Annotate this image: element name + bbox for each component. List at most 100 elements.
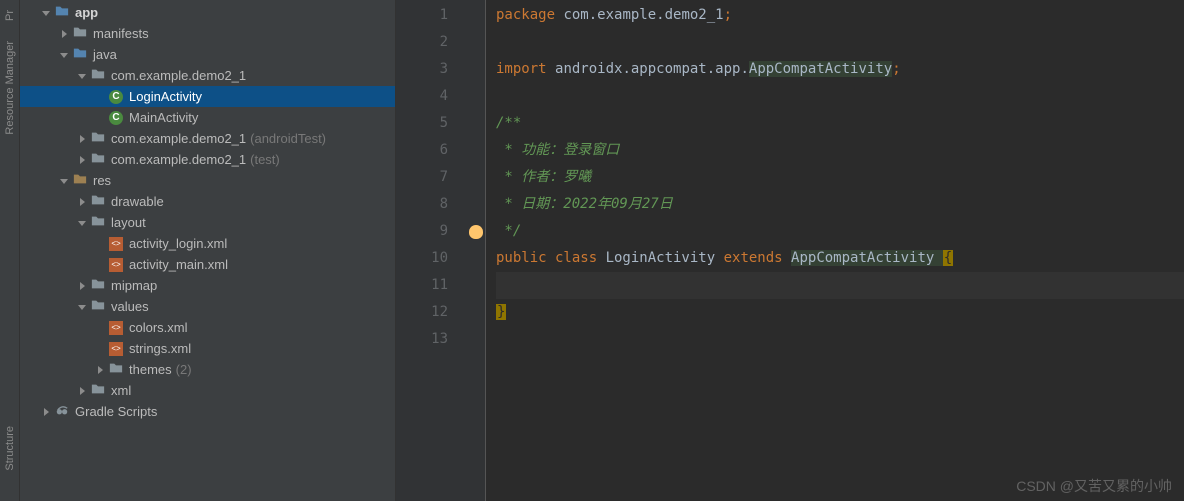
tree-label: activity_login.xml (129, 236, 227, 251)
chevron-none-icon (94, 259, 106, 271)
tree-item-com-example-demo2-1[interactable]: com.example.demo2_1(test) (20, 149, 395, 170)
line-number[interactable]: 7 (396, 164, 448, 191)
chevron-down-icon[interactable] (76, 70, 88, 82)
gutter-cell (466, 83, 485, 110)
tree-item-manifests[interactable]: manifests (20, 23, 395, 44)
rail-project-tab[interactable]: Pr (2, 0, 18, 31)
chevron-right-icon[interactable] (76, 133, 88, 145)
tree-label: xml (111, 383, 131, 398)
tree-item-strings-xml[interactable]: <>strings.xml (20, 338, 395, 359)
line-number[interactable]: 5 (396, 110, 448, 137)
rail-structure-tab[interactable]: Structure (2, 416, 18, 481)
watermark: CSDN @又苦又累的小帅 (1016, 476, 1172, 496)
tree-item-com-example-demo2-1[interactable]: com.example.demo2_1 (20, 65, 395, 86)
code-line[interactable]: /** (496, 110, 1184, 137)
gutter-cell (466, 2, 485, 29)
line-number[interactable]: 10 (396, 245, 448, 272)
chevron-right-icon[interactable] (76, 196, 88, 208)
tree-label: strings.xml (129, 341, 191, 356)
package-icon (91, 67, 105, 84)
code-line[interactable]: } (496, 299, 1184, 326)
chevron-down-icon[interactable] (76, 217, 88, 229)
tree-label: com.example.demo2_1 (111, 131, 246, 146)
tree-label: colors.xml (129, 320, 188, 335)
line-number[interactable]: 6 (396, 137, 448, 164)
code-line[interactable]: * 日期：2022年09月27日 (496, 191, 1184, 218)
tree-item-res[interactable]: res (20, 170, 395, 191)
tree-label: themes (129, 362, 172, 377)
folder-icon (109, 361, 123, 378)
tree-item-xml[interactable]: xml (20, 380, 395, 401)
chevron-right-icon[interactable] (76, 280, 88, 292)
gutter-cell (466, 272, 485, 299)
gutter-cell (466, 326, 485, 353)
line-number[interactable]: 12 (396, 299, 448, 326)
gutter-cell (466, 137, 485, 164)
code-line[interactable]: * 作者：罗曦 (496, 164, 1184, 191)
chevron-right-icon[interactable] (40, 406, 52, 418)
tree-label: Gradle Scripts (75, 404, 157, 419)
tree-item-layout[interactable]: layout (20, 212, 395, 233)
code-editor[interactable]: 12345678910111213 package com.example.de… (396, 0, 1184, 501)
folder-icon (91, 298, 105, 315)
tree-item-activity-main-xml[interactable]: <>activity_main.xml (20, 254, 395, 275)
folder-icon (91, 382, 105, 399)
code-line[interactable]: public class LoginActivity extends AppCo… (496, 245, 1184, 272)
line-number[interactable]: 2 (396, 29, 448, 56)
tree-item-com-example-demo2-1[interactable]: com.example.demo2_1(androidTest) (20, 128, 395, 149)
chevron-down-icon[interactable] (58, 175, 70, 187)
tree-label: layout (111, 215, 146, 230)
tree-item-themes[interactable]: themes (2) (20, 359, 395, 380)
tree-item-gradle-scripts[interactable]: Gradle Scripts (20, 401, 395, 422)
intention-bulb-icon[interactable] (469, 225, 483, 239)
gutter-cell (466, 164, 485, 191)
line-number[interactable]: 9 (396, 218, 448, 245)
line-number[interactable]: 4 (396, 83, 448, 110)
chevron-right-icon[interactable] (58, 28, 70, 40)
project-tree[interactable]: appmanifests java com.example.demo2_1 CLogi… (20, 0, 396, 501)
gutter-cell (466, 299, 485, 326)
line-number[interactable]: 13 (396, 326, 448, 353)
tree-item-values[interactable]: values (20, 296, 395, 317)
tree-item-mipmap[interactable]: mipmap (20, 275, 395, 296)
tree-item-activity-login-xml[interactable]: <> activity_login.xml (20, 233, 395, 254)
code-area[interactable]: package com.example.demo2_1; import andr… (486, 0, 1184, 501)
code-line[interactable]: import androidx.appcompat.app.AppCompatA… (496, 56, 1184, 83)
module-icon (55, 4, 69, 21)
rail-resource-manager-tab[interactable]: Resource Manager (2, 31, 18, 145)
code-line[interactable] (496, 326, 1184, 353)
line-number[interactable]: 1 (396, 2, 448, 29)
tree-item-mainactivity[interactable]: CMainActivity (20, 107, 395, 128)
chevron-right-icon[interactable] (76, 385, 88, 397)
line-number[interactable]: 3 (396, 56, 448, 83)
code-line[interactable]: */ (496, 218, 1184, 245)
chevron-down-icon[interactable] (76, 301, 88, 313)
line-number[interactable]: 8 (396, 191, 448, 218)
chevron-down-icon[interactable] (40, 7, 52, 19)
chevron-none-icon (94, 91, 106, 103)
line-number[interactable]: 11 (396, 272, 448, 299)
chevron-right-icon[interactable] (76, 154, 88, 166)
tree-item-colors-xml[interactable]: <>colors.xml (20, 317, 395, 338)
code-line[interactable] (496, 272, 1184, 299)
chevron-down-icon[interactable] (58, 49, 70, 61)
tree-item-app[interactable]: app (20, 2, 395, 23)
tree-item-drawable[interactable]: drawable (20, 191, 395, 212)
class-icon: C (109, 111, 123, 125)
chevron-right-icon[interactable] (94, 364, 106, 376)
code-line[interactable] (496, 29, 1184, 56)
folder-icon (91, 214, 105, 231)
xml-file-icon: <> (109, 258, 123, 272)
tree-item-java[interactable]: java (20, 44, 395, 65)
tree-label: java (93, 47, 117, 62)
folder-icon (73, 25, 87, 42)
tree-label: com.example.demo2_1 (111, 152, 246, 167)
xml-file-icon: <> (109, 237, 123, 251)
gutter-cell (466, 191, 485, 218)
code-line[interactable]: * 功能：登录窗口 (496, 137, 1184, 164)
code-line[interactable]: package com.example.demo2_1; (496, 2, 1184, 29)
tree-label: com.example.demo2_1 (111, 68, 246, 83)
code-line[interactable] (496, 83, 1184, 110)
tree-item-loginactivity[interactable]: CLoginActivity (20, 86, 395, 107)
tree-suffix: (2) (176, 362, 192, 377)
